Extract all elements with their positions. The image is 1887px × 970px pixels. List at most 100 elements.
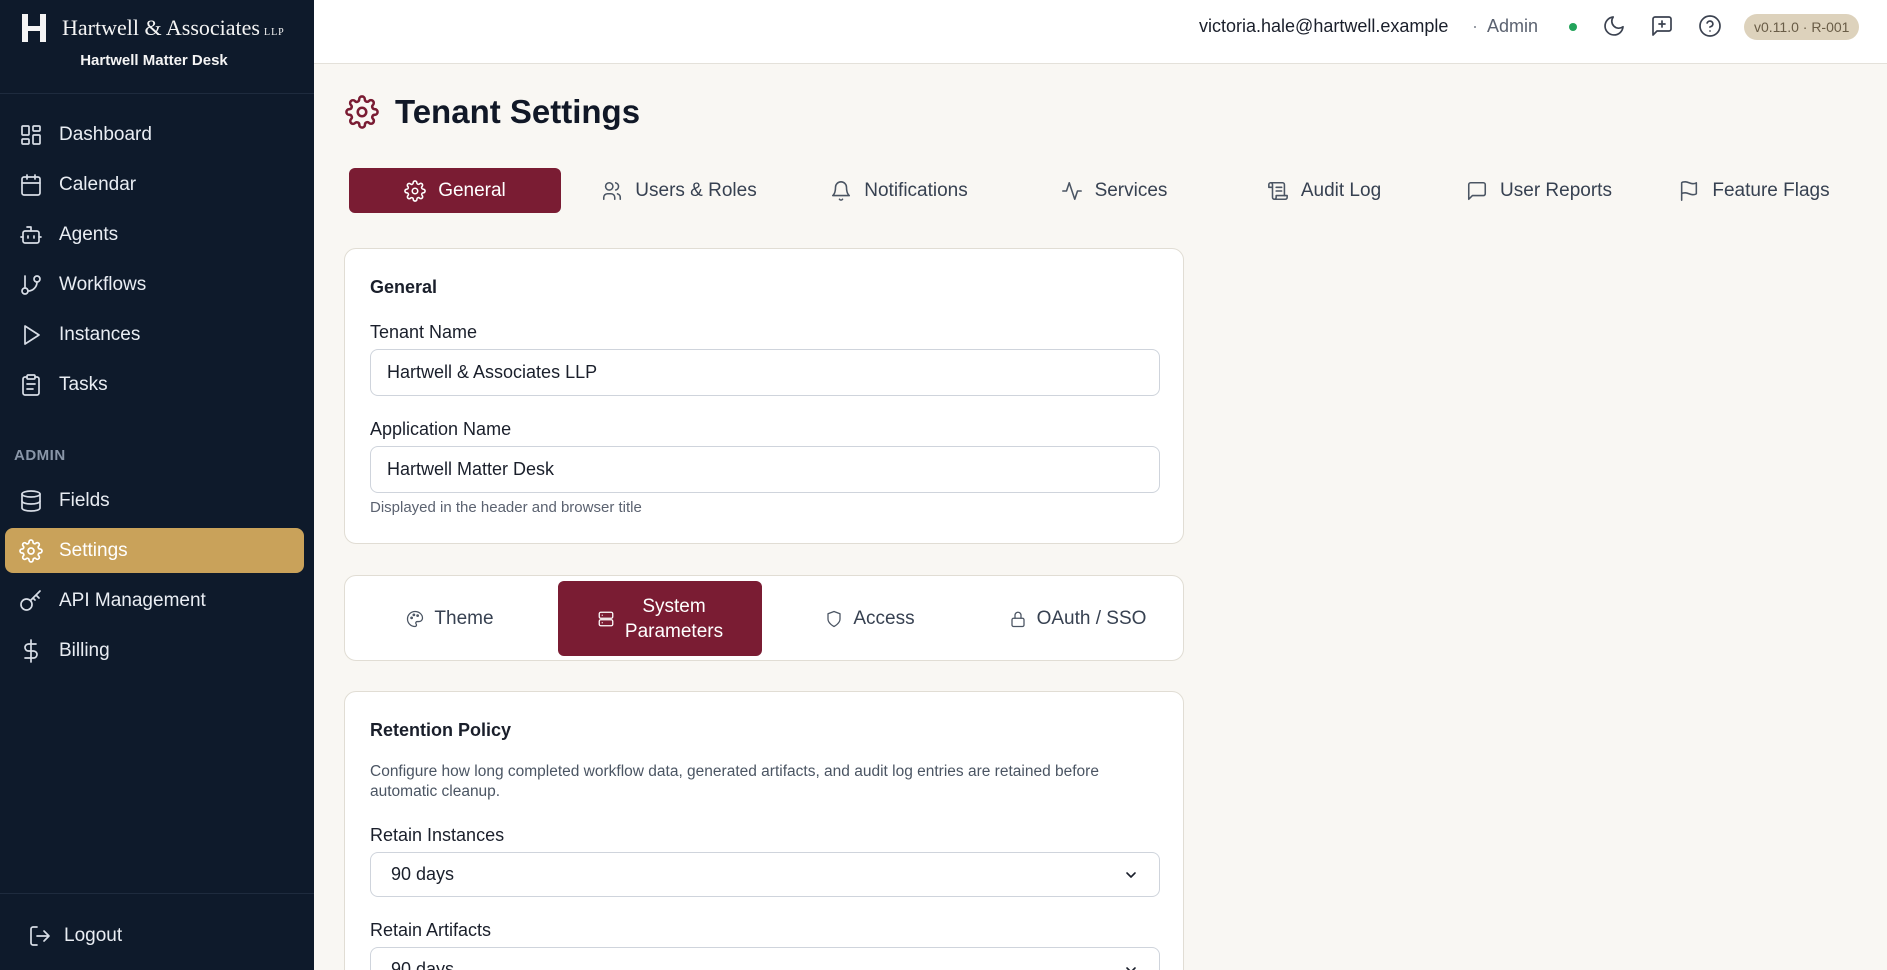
tab-services[interactable]: Services [1014,168,1214,213]
logout-label: Logout [64,925,123,946]
bot-icon [19,223,43,247]
sidebar-item-label: Tasks [59,373,108,395]
logout-button[interactable]: Logout [28,924,122,948]
retain-artifacts-label: Retain Artifacts [370,920,492,940]
sidebar-item-settings[interactable]: Settings [5,528,304,573]
tab-feature-flags[interactable]: Feature Flags [1649,168,1859,213]
tenant-name-label: Tenant Name [370,322,478,342]
sidebar-item-dashboard[interactable]: Dashboard [5,112,304,157]
application-name-label: Application Name [370,419,512,439]
chevron-down-icon [1126,871,1136,878]
tab-label: User Reports [1500,179,1612,201]
moon-icon [1604,16,1624,36]
sidebar-item-label: API Management [59,589,206,611]
sidebar-item-label: Dashboard [59,123,152,145]
page-title: Tenant Settings [395,93,641,130]
brand-suffix: LLP [263,27,285,38]
brand-app-name: Hartwell Matter Desk [80,52,228,69]
brand-name: Hartwell & Associates LLP [62,15,285,41]
help-circle-icon [1699,15,1721,37]
subtab-label: System Parameters [625,594,723,644]
retain-instances-label: Retain Instances [370,825,505,845]
sidebar-item-label: Agents [59,223,119,245]
gear-icon [404,179,427,202]
user-email: victoria.hale@hartwell.example [1199,16,1449,36]
sidebar: Hartwell & Associates LLP Hartwell Matter… [0,0,314,970]
database-icon [19,489,43,513]
calendar-icon [19,173,43,197]
tab-general[interactable]: General [349,168,561,213]
subtab-access[interactable]: Access [770,581,970,656]
sidebar-item-agents[interactable]: Agents [5,212,304,257]
dashboard-icon [19,123,43,147]
retention-policy-description: Configure how long completed workflow da… [370,763,1099,800]
dollar-icon [19,639,43,663]
gear-icon [345,95,379,129]
tab-notifications[interactable]: Notifications [799,168,999,213]
tab-label: Services [1094,179,1168,201]
tenant-name-input[interactable] [370,349,1160,396]
retention-policy-title: Retention Policy [370,720,512,740]
retention-policy-card: Retention Policy Configure how long comp… [344,691,1184,970]
shield-icon [827,610,842,627]
subtab-theme[interactable]: Theme [350,581,550,656]
message-plus-icon [1652,16,1672,36]
message-icon [1468,181,1487,200]
sidebar-item-label: Calendar [59,173,137,195]
play-icon [19,323,43,347]
bell-icon [832,180,851,201]
sidebar-item-label: Instances [59,323,141,345]
settings-subtabs: Theme System Parameters Access OAuth / SS… [344,575,1184,661]
top-bar: victoria.hale@hartwell.example · Admin v… [314,0,1887,64]
retain-instances-select[interactable]: 90 days [370,852,1160,897]
user-role: Admin [1487,16,1539,36]
sidebar-item-label: Fields [59,489,110,511]
users-icon [603,181,622,200]
tab-label: Audit Log [1300,179,1382,201]
subtab-label: Theme [434,607,494,629]
clipboard-icon [19,373,43,397]
sidebar-item-tasks[interactable]: Tasks [5,362,304,407]
application-name-hint: Displayed in the header and browser titl… [370,499,642,516]
feedback-button[interactable] [1650,14,1674,38]
version-badge: v0.11.0 · R-001 [1744,14,1860,40]
sidebar-item-calendar[interactable]: Calendar [5,162,304,207]
subtab-label: Access [853,607,915,629]
key-icon [19,589,43,613]
sidebar-item-api-management[interactable]: API Management [5,578,304,623]
sidebar-item-instances[interactable]: Instances [5,312,304,357]
help-button[interactable] [1698,14,1722,38]
tab-audit-log[interactable]: Audit Log [1219,168,1429,213]
tab-label: General [438,179,506,201]
sidebar-item-billing[interactable]: Billing [5,628,304,673]
general-card-title: General [370,277,438,297]
sidebar-item-fields[interactable]: Fields [5,478,304,523]
activity-icon [1061,181,1082,200]
gear-icon [19,539,43,563]
scroll-icon [1267,181,1288,200]
application-name-input[interactable] [370,446,1160,493]
page-title-row: Tenant Settings [345,93,640,131]
server-icon [598,611,614,626]
logout-divider [0,893,314,894]
subtab-system-parameters[interactable]: System Parameters [558,581,762,656]
retain-instances-value: 90 days [391,864,455,884]
tab-user-reports[interactable]: User Reports [1434,168,1644,213]
tab-label: Feature Flags [1712,179,1830,201]
brand-logo-icon [22,14,46,42]
theme-toggle-button[interactable] [1602,14,1626,38]
brand-header: Hartwell & Associates LLP Hartwell Matter… [0,0,314,94]
retain-artifacts-select[interactable]: 90 days [370,947,1160,970]
git-branch-icon [19,273,43,297]
admin-section-label: ADMIN [14,447,66,464]
subtab-oauth-sso[interactable]: OAuth / SSO [975,581,1180,656]
user-separator: · [1472,16,1478,36]
flag-icon [1681,180,1698,201]
settings-tabs: General Users & Roles Notifications Serv… [349,168,1869,213]
tab-label: Notifications [864,179,968,201]
tab-users-roles[interactable]: Users & Roles [579,168,779,213]
subtab-label: OAuth / SSO [1036,607,1147,629]
sidebar-item-workflows[interactable]: Workflows [5,262,304,307]
sidebar-item-label: Billing [59,639,110,661]
retain-artifacts-value: 90 days [391,959,455,970]
